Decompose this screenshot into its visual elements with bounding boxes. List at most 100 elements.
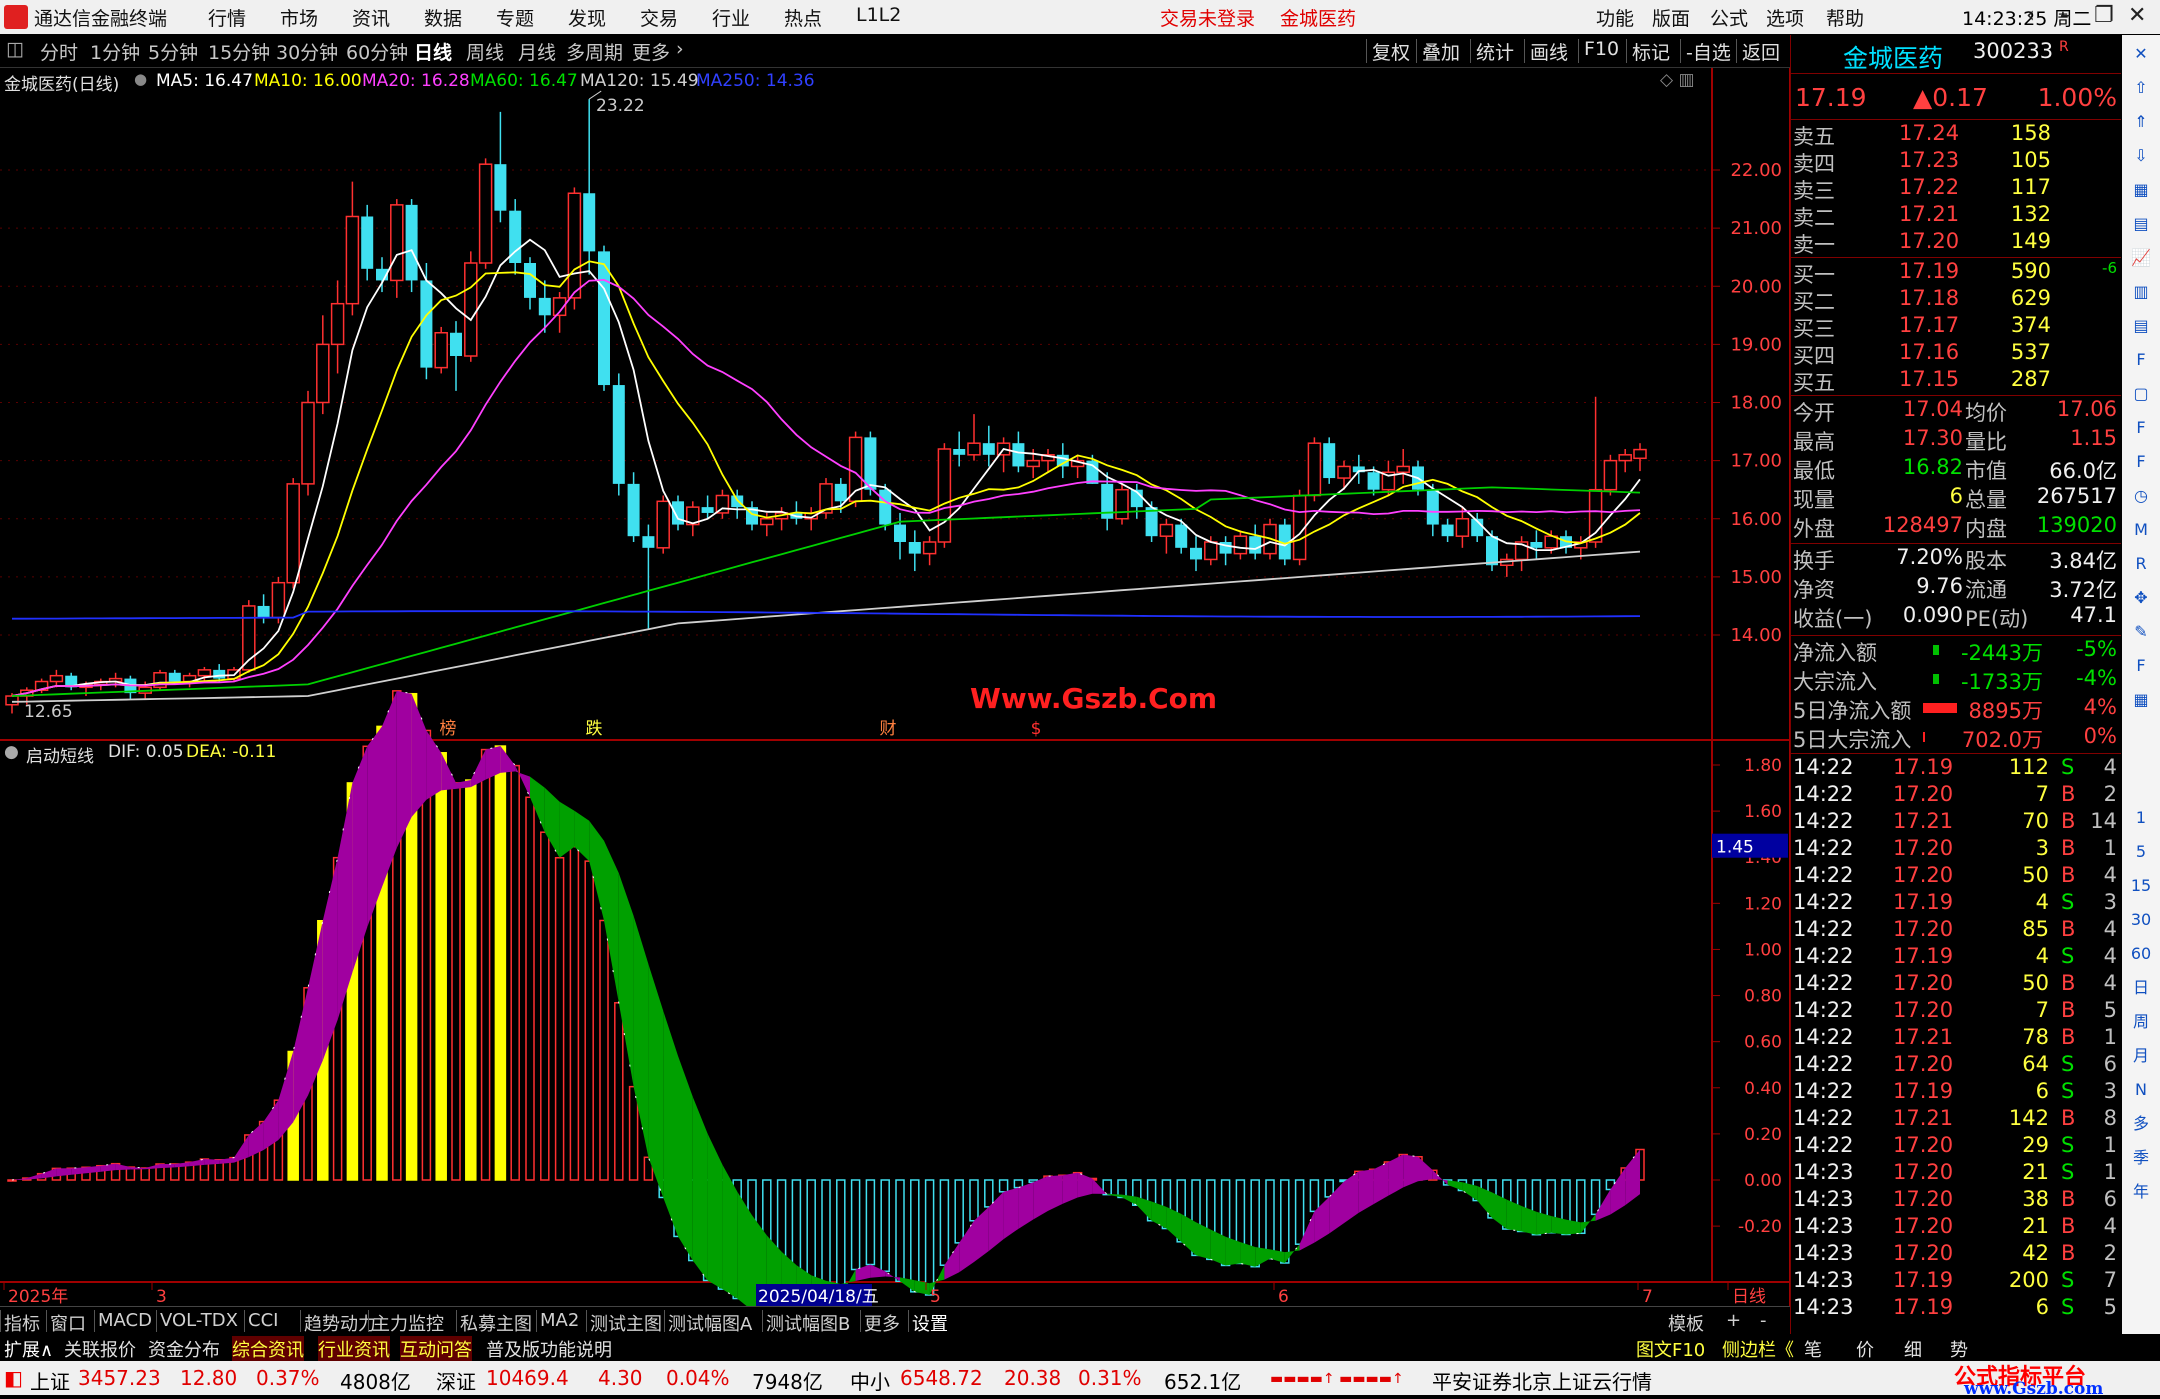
ext-tab-3[interactable]: 综合资讯 xyxy=(232,1336,304,1362)
ext-tab-5[interactable]: 互动问答 xyxy=(400,1336,472,1362)
ext-tab-6[interactable]: 普及版功能说明 xyxy=(486,1336,612,1362)
bottom-tab-6[interactable]: 主力监控 xyxy=(372,1310,444,1336)
close-icon[interactable]: ✕ xyxy=(2128,41,2154,67)
event-marker-2[interactable]: 财 xyxy=(880,719,897,739)
server-name[interactable]: 平安证券北京上证云行情 xyxy=(1432,1366,1652,1395)
more-chevron-icon[interactable]: › xyxy=(676,38,684,60)
side-period-1[interactable]: 5 xyxy=(2128,839,2154,865)
side-period-0[interactable]: 1 xyxy=(2128,805,2154,831)
bottom-tab-9[interactable]: 测试主图 xyxy=(590,1310,662,1336)
menu-item-0[interactable]: 行情 xyxy=(208,4,246,31)
side-period-5[interactable]: 日 xyxy=(2128,975,2154,1001)
right-menu-item-4[interactable]: 帮助 xyxy=(1826,4,1864,31)
bottom-tab-8[interactable]: MA2 xyxy=(540,1310,579,1331)
bottom-tab-5[interactable]: 趋势动力 xyxy=(304,1310,376,1336)
period-tab-5[interactable]: 60分钟 xyxy=(346,38,408,65)
up2-icon[interactable]: ⇑ xyxy=(2128,109,2154,135)
bottom-right-0[interactable]: 模板 xyxy=(1668,1310,1704,1336)
trade-status[interactable]: 交易未登录 xyxy=(1160,4,1255,31)
tool-3[interactable]: 画线 xyxy=(1530,38,1568,65)
menu-item-4[interactable]: 专题 xyxy=(496,4,534,31)
period-tab-7[interactable]: 周线 xyxy=(466,38,504,65)
ext-right-tab-3[interactable]: 价 xyxy=(1856,1336,1874,1362)
right-menu-item-1[interactable]: 版面 xyxy=(1652,4,1690,31)
menu-item-2[interactable]: 资讯 xyxy=(352,4,390,31)
side-period-3[interactable]: 30 xyxy=(2128,907,2154,933)
f-icon[interactable]: F xyxy=(2128,449,2154,475)
side-period-8[interactable]: N xyxy=(2128,1077,2154,1103)
f10-icon[interactable]: F xyxy=(2128,347,2154,373)
macd-icon[interactable]: M xyxy=(2128,517,2154,543)
menu-item-7[interactable]: 行业 xyxy=(712,4,750,31)
right-menu-item-0[interactable]: 功能 xyxy=(1596,4,1634,31)
ext-right-tab-4[interactable]: 细 xyxy=(1904,1336,1922,1362)
bottom-tab-1[interactable]: 窗口 xyxy=(50,1310,86,1336)
tool-5[interactable]: 标记 xyxy=(1632,38,1670,65)
period-tab-8[interactable]: 月线 xyxy=(518,38,556,65)
tool-2[interactable]: 统计 xyxy=(1476,38,1514,65)
kline-chart[interactable]: 22.00 21.00 20.00 19.00 18.00 17.00 16.00 15.00… xyxy=(0,68,1790,1306)
ext-tab-2[interactable]: 资金分布 xyxy=(148,1336,220,1362)
ext-tab-4[interactable]: 行业资讯 xyxy=(318,1336,390,1362)
tool-6[interactable]: -自选 xyxy=(1686,38,1731,65)
tool-1[interactable]: 叠加 xyxy=(1422,38,1460,65)
rsi-icon[interactable]: R xyxy=(2128,551,2154,577)
event-marker-1[interactable]: 跌 xyxy=(586,719,603,739)
restore-icon[interactable]: ❐ xyxy=(2094,3,2114,28)
down-icon[interactable]: ⇩ xyxy=(2128,143,2154,169)
bottom-tab-13[interactable]: 设置 xyxy=(912,1310,948,1336)
menu-item-5[interactable]: 发现 xyxy=(568,4,606,31)
fs-icon[interactable]: F xyxy=(2128,653,2154,679)
right-menu-item-3[interactable]: 选项 xyxy=(1766,4,1804,31)
side-period-9[interactable]: 多 xyxy=(2128,1111,2154,1137)
calc-icon[interactable]: ▦ xyxy=(2128,687,2154,713)
bottom-right-2[interactable]: - xyxy=(1760,1310,1767,1331)
clock-icon[interactable]: ◷ xyxy=(2128,483,2154,509)
right-menu-item-2[interactable]: 公式 xyxy=(1710,4,1748,31)
table-icon[interactable]: ▤ xyxy=(2128,211,2154,237)
period-tab-9[interactable]: 多周期 xyxy=(566,38,623,65)
bottom-tab-3[interactable]: VOL-TDX xyxy=(160,1310,238,1331)
period-tab-10[interactable]: 更多 xyxy=(632,38,670,65)
menu-item-8[interactable]: 热点 xyxy=(784,4,822,31)
f2-icon[interactable]: F xyxy=(2128,415,2154,441)
sz-label[interactable]: 深证 xyxy=(436,1366,476,1395)
period-tab-3[interactable]: 15分钟 xyxy=(208,38,270,65)
doc-icon[interactable]: ▢ xyxy=(2128,381,2154,407)
tool-7[interactable]: 返回 xyxy=(1742,38,1780,65)
side-period-2[interactable]: 15 xyxy=(2128,873,2154,899)
zx-label[interactable]: 中小 xyxy=(850,1366,890,1395)
up-icon[interactable]: ⇧ xyxy=(2128,75,2154,101)
chart-icon[interactable]: 📈 xyxy=(2128,245,2154,271)
move-icon[interactable]: ✥ xyxy=(2128,585,2154,611)
chart-options-icon[interactable]: ◇ ▥ xyxy=(1660,70,1695,90)
event-marker-0[interactable]: 榜 xyxy=(440,719,457,739)
close-icon[interactable]: ✕ xyxy=(2128,3,2146,28)
ext-right-tab-0[interactable]: 图文F10 xyxy=(1636,1336,1705,1362)
tool-0[interactable]: 复权 xyxy=(1372,38,1410,65)
bottom-tab-0[interactable]: 指标 xyxy=(4,1310,40,1336)
event-marker-3[interactable]: $ xyxy=(1031,719,1042,739)
ext-tab-1[interactable]: 关联报价 xyxy=(64,1336,136,1362)
period-tab-0[interactable]: 分时 xyxy=(40,38,78,65)
bottom-tab-4[interactable]: CCI xyxy=(248,1310,278,1331)
ext-right-tab-2[interactable]: 笔 xyxy=(1804,1336,1822,1362)
collapse-icon[interactable]: ◫ xyxy=(6,38,24,60)
bottom-tab-7[interactable]: 私募主图 xyxy=(460,1310,532,1336)
menu-item-1[interactable]: 市场 xyxy=(280,4,318,31)
menu-item-6[interactable]: 交易 xyxy=(640,4,678,31)
list-icon[interactable]: ▤ xyxy=(2128,313,2154,339)
period-tab-4[interactable]: 30分钟 xyxy=(276,38,338,65)
bottom-tab-2[interactable]: MACD xyxy=(98,1310,152,1331)
period-tab-1[interactable]: 1分钟 xyxy=(90,38,140,65)
bottom-right-1[interactable]: + xyxy=(1726,1310,1741,1331)
menu-item-3[interactable]: 数据 xyxy=(424,4,462,31)
side-period-4[interactable]: 60 xyxy=(2128,941,2154,967)
sub-expand-icon[interactable]: ● xyxy=(4,742,19,762)
minimize-icon[interactable]: – xyxy=(2060,3,2071,28)
stock-tab[interactable]: 金城医药 xyxy=(1280,4,1356,31)
menu-item-9[interactable]: L1L2 xyxy=(856,4,901,26)
sh-label[interactable]: 上证 xyxy=(30,1366,70,1395)
side-period-11[interactable]: 年 xyxy=(2128,1179,2154,1205)
settings-dot-icon[interactable]: ● xyxy=(134,70,147,88)
